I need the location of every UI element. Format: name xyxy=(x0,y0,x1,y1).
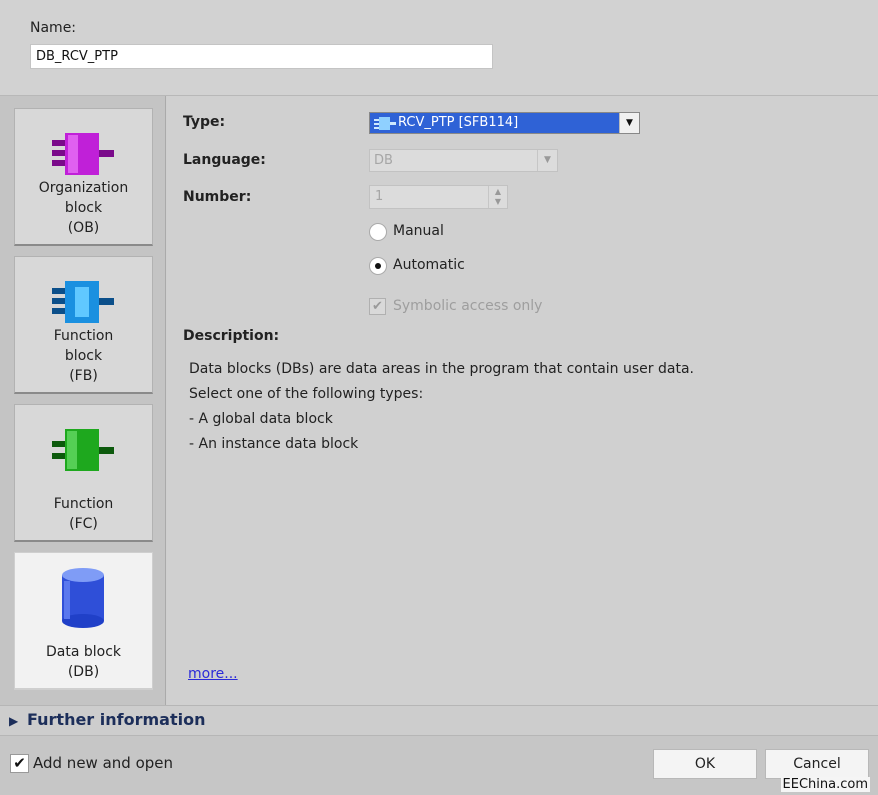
name-section: Name: xyxy=(0,0,878,96)
cancel-button[interactable]: Cancel xyxy=(765,749,869,779)
add-new-and-open-checkbox[interactable]: ✔ xyxy=(10,754,29,773)
chevron-down-icon[interactable]: ▼ xyxy=(619,113,639,133)
automatic-radio-label: Automatic xyxy=(393,257,465,273)
block-properties-panel: Type: RCV_PTP [SFB114] ▼ Language: DB ▼ … xyxy=(167,96,878,705)
dialog-footer: ✔ Add new and open OK Cancel xyxy=(0,736,878,795)
data-block-label: Data block (DB) xyxy=(45,644,122,680)
ok-button[interactable]: OK xyxy=(653,749,757,779)
symbolic-access-label: Symbolic access only xyxy=(393,298,543,314)
function-button[interactable]: Function (FC) xyxy=(14,404,153,542)
add-new-and-open-label: Add new and open xyxy=(33,754,174,772)
triangle-right-icon[interactable]: ▶ xyxy=(9,714,18,728)
description-line: - An instance data block xyxy=(189,436,359,452)
function-icon xyxy=(52,429,114,471)
further-information-label: Further information xyxy=(27,710,206,729)
function-label: Function (FC) xyxy=(53,496,114,532)
type-value-text: RCV_PTP [SFB114] xyxy=(398,115,519,130)
language-dropdown[interactable]: DB ▼ xyxy=(369,149,558,172)
function-block-icon xyxy=(52,281,114,323)
spin-arrows-icon[interactable]: ▲ ▼ xyxy=(488,186,507,208)
description-label: Description: xyxy=(183,328,280,344)
description-line: Data blocks (DBs) are data areas in the … xyxy=(189,361,694,377)
data-block-icon xyxy=(62,568,104,628)
data-block-button[interactable]: Data block (DB) xyxy=(14,552,153,690)
function-block-button[interactable]: Function block (FB) xyxy=(14,256,153,394)
language-value: DB xyxy=(374,153,393,168)
further-information-expander[interactable]: ▶ Further information xyxy=(0,705,878,736)
description-line: - A global data block xyxy=(189,411,333,427)
organization-block-label: Organization block (OB) xyxy=(38,180,129,236)
number-stepper[interactable]: 1 ▲ ▼ xyxy=(369,185,508,209)
manual-radio[interactable] xyxy=(369,223,387,241)
function-block-icon xyxy=(374,117,396,130)
type-label: Type: xyxy=(183,114,226,130)
more-link[interactable]: more... xyxy=(188,666,238,682)
type-selected-value: RCV_PTP [SFB114] xyxy=(370,113,619,133)
description-line: Select one of the following types: xyxy=(189,386,424,402)
block-type-panel: Organization block (OB) Function block (… xyxy=(0,96,166,705)
manual-radio-label: Manual xyxy=(393,223,444,239)
name-label: Name: xyxy=(30,20,77,36)
watermark-text: EEChina.com xyxy=(780,777,870,792)
name-input[interactable] xyxy=(30,44,493,69)
symbolic-access-checkbox[interactable]: ✔ xyxy=(369,298,386,315)
language-label: Language: xyxy=(183,152,266,168)
radio-selected-dot xyxy=(375,263,381,269)
automatic-radio[interactable] xyxy=(369,257,387,275)
number-label: Number: xyxy=(183,189,252,205)
function-block-label: Function block (FB) xyxy=(53,328,114,384)
organization-block-icon xyxy=(52,133,114,175)
chevron-down-icon[interactable]: ▼ xyxy=(537,150,557,171)
organization-block-button[interactable]: Organization block (OB) xyxy=(14,108,153,246)
type-dropdown[interactable]: RCV_PTP [SFB114] ▼ xyxy=(369,112,640,134)
number-value: 1 xyxy=(375,189,384,204)
